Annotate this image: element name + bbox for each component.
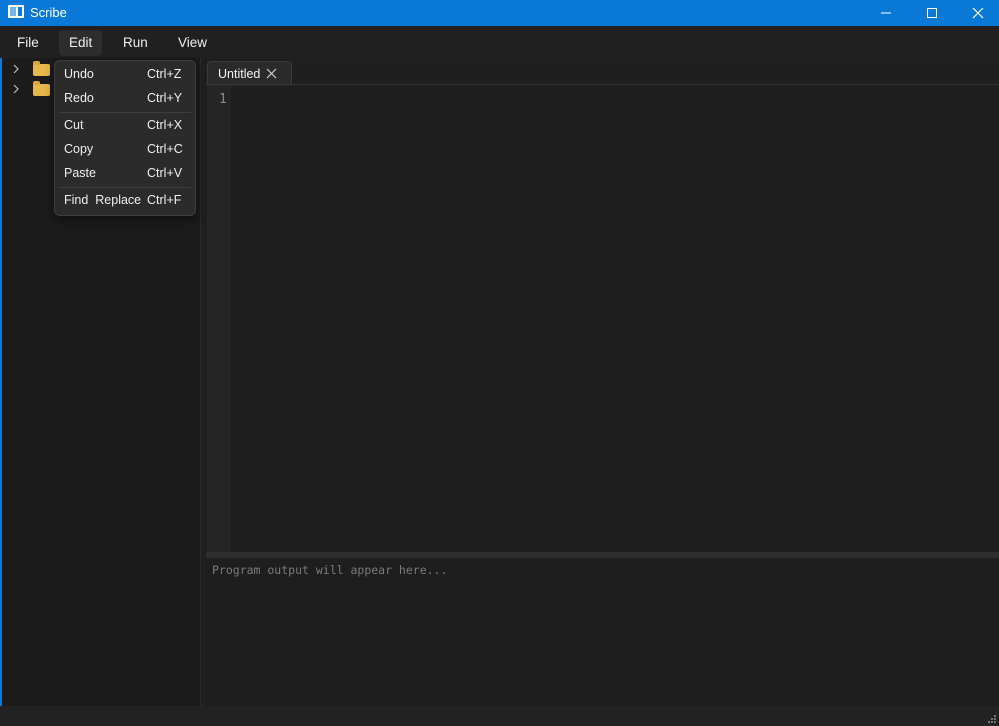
menu-item-undo[interactable]: Undo Ctrl+Z (55, 64, 195, 86)
menu-separator (59, 187, 191, 188)
menu-edit[interactable]: Edit (59, 30, 103, 56)
line-number: 1 (219, 92, 227, 107)
code-editor[interactable] (231, 86, 999, 552)
folder-icon (33, 81, 50, 96)
copy-shortcut: Ctrl+C (147, 142, 183, 156)
find-replace-label: Find Replace (64, 193, 142, 207)
window-title: Scribe (30, 5, 67, 20)
resize-grip-icon[interactable] (987, 714, 997, 724)
paste-label: Paste (64, 166, 96, 180)
menu-item-paste[interactable]: Paste Ctrl+V (55, 163, 195, 185)
maximize-icon (927, 8, 937, 18)
app-icon (8, 5, 24, 18)
undo-shortcut: Ctrl+Z (147, 67, 182, 81)
menu-bar: File Edit Run View (0, 26, 999, 58)
cut-label: Cut (64, 118, 84, 132)
chevron-right-icon[interactable] (12, 64, 20, 74)
tab-label: Untitled (218, 67, 261, 81)
menu-run[interactable]: Run (113, 30, 158, 56)
tab-untitled[interactable]: Untitled (207, 61, 292, 86)
line-number-gutter (207, 86, 231, 552)
menu-item-redo[interactable]: Redo Ctrl+Y (55, 88, 195, 110)
status-bar (0, 706, 999, 726)
close-button[interactable] (955, 0, 999, 26)
menu-view[interactable]: View (168, 30, 217, 56)
chevron-right-icon[interactable] (12, 84, 20, 94)
maximize-button[interactable] (909, 0, 955, 26)
minimize-button[interactable] (863, 0, 909, 26)
redo-shortcut: Ctrl+Y (147, 91, 183, 105)
close-icon (972, 7, 984, 19)
close-icon[interactable] (266, 68, 277, 79)
menu-file[interactable]: File (7, 30, 49, 56)
cut-shortcut: Ctrl+X (147, 118, 183, 132)
folder-icon (33, 61, 50, 76)
title-bar: Scribe (0, 0, 999, 26)
find-replace-shortcut: Ctrl+F (147, 193, 182, 207)
minimize-icon (881, 12, 891, 14)
paste-shortcut: Ctrl+V (147, 166, 183, 180)
menu-item-copy[interactable]: Copy Ctrl+C (55, 139, 195, 161)
undo-label: Undo (64, 67, 94, 81)
menu-separator (59, 112, 191, 113)
output-panel[interactable]: Program output will appear here... (206, 558, 999, 706)
copy-label: Copy (64, 142, 94, 156)
tab-divider (206, 84, 999, 85)
menu-item-find-replace[interactable]: Find Replace Ctrl+F (55, 190, 195, 212)
edit-menu-dropdown: Undo Ctrl+Z Redo Ctrl+Y Cut Ctrl+X Copy … (54, 60, 196, 216)
output-placeholder: Program output will appear here... (212, 563, 448, 577)
menu-item-cut[interactable]: Cut Ctrl+X (55, 115, 195, 137)
redo-label: Redo (64, 91, 94, 105)
